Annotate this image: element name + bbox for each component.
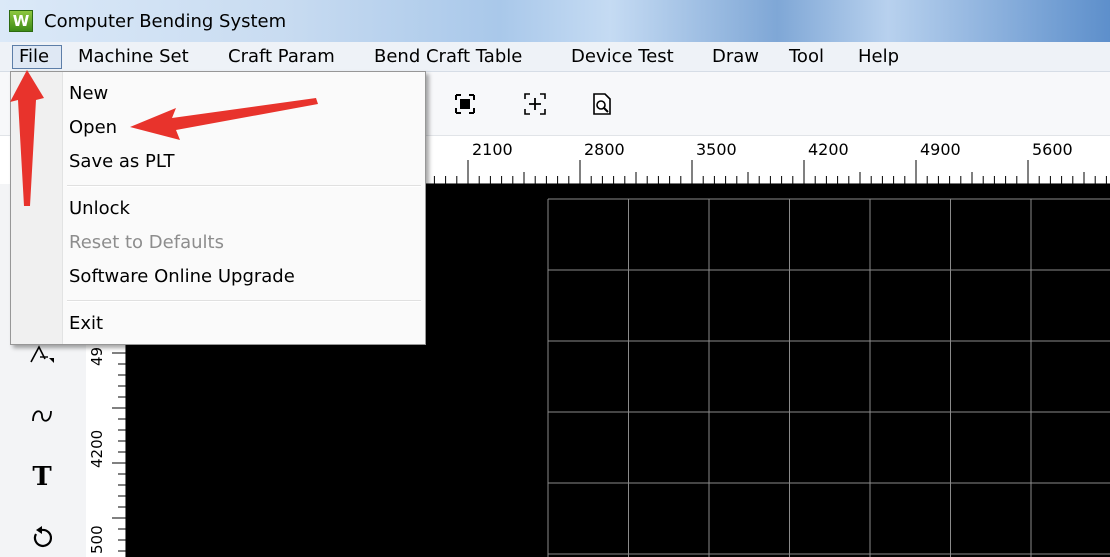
page-preview-icon[interactable] [590, 92, 614, 116]
ruler-label-3500: 3500 [696, 140, 737, 159]
zoom-center-icon[interactable] [523, 92, 547, 116]
title-bar: W Computer Bending System [0, 0, 1110, 42]
file-menu-dropdown: New Open Save as PLT Unlock Reset to Def… [10, 71, 426, 345]
menu-item-reset-to-defaults: Reset to Defaults [69, 232, 224, 253]
menu-gutter [11, 72, 63, 344]
rotate-tool-icon[interactable] [24, 519, 60, 555]
menu-item-unlock[interactable]: Unlock [69, 194, 130, 224]
menu-tool[interactable]: Tool [789, 45, 824, 69]
ruler-label-2100: 2100 [472, 140, 513, 159]
menu-item-open[interactable]: Open [69, 113, 117, 143]
menu-separator [67, 185, 421, 187]
ruler-v-label-4200: 4200 [88, 429, 106, 468]
menu-item-software-online-upgrade[interactable]: Software Online Upgrade [69, 262, 295, 292]
menu-item-new[interactable]: New [69, 79, 108, 109]
menu-item-save-as-plt[interactable]: Save as PLT [69, 147, 174, 177]
menu-separator [67, 300, 421, 302]
menu-item-exit[interactable]: Exit [69, 309, 103, 339]
ruler-v-label-49: 49 [88, 346, 106, 366]
ruler-label-4900: 4900 [920, 140, 961, 159]
fit-selection-icon[interactable] [453, 92, 477, 116]
ruler-label-5600: 5600 [1032, 140, 1073, 159]
menu-draw[interactable]: Draw [712, 45, 759, 69]
menu-bar: File Machine Set Craft Param Bend Craft … [0, 42, 1110, 72]
ruler-v-label-500: 500 [88, 525, 106, 554]
ruler-label-2800: 2800 [584, 140, 625, 159]
menu-craft-param[interactable]: Craft Param [228, 45, 335, 69]
menu-machine-set[interactable]: Machine Set [78, 45, 189, 69]
menu-help[interactable]: Help [858, 45, 899, 69]
menu-bend-craft-table[interactable]: Bend Craft Table [374, 45, 522, 69]
menu-file[interactable]: File [12, 45, 62, 69]
ruler-label-4200: 4200 [808, 140, 849, 159]
curve-tool-icon[interactable] [24, 398, 60, 434]
text-tool-icon[interactable]: T [24, 459, 60, 495]
app-logo-icon: W [9, 10, 33, 32]
menu-device-test[interactable]: Device Test [571, 45, 674, 69]
window-title: Computer Bending System [44, 11, 287, 32]
